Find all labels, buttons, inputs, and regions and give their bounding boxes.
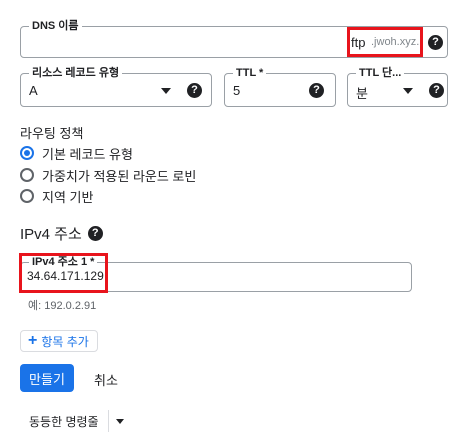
radio-default-record[interactable]: 기본 레코드 유형 [20, 144, 133, 162]
dns-name-highlight [347, 27, 423, 57]
radio-label: 기본 레코드 유형 [42, 146, 133, 162]
ttl-unit-value: 분 [356, 86, 368, 101]
radio-geo-based[interactable]: 지역 기반 [20, 187, 93, 205]
chevron-down-icon [161, 88, 171, 94]
ttl-unit-select[interactable]: TTL 단... 분 ? [347, 66, 448, 107]
equivalent-command-button[interactable]: 동등한 명령줄 [20, 408, 124, 434]
ttl-value[interactable]: 5 [233, 83, 240, 98]
help-icon[interactable]: ? [309, 83, 324, 98]
help-icon[interactable]: ? [428, 35, 443, 50]
ttl-unit-label: TTL 단... [356, 66, 405, 80]
ipv4-hint: 예: 192.0.2.91 [28, 300, 97, 312]
add-item-button[interactable]: + 항목 추가 [20, 330, 98, 352]
help-icon[interactable]: ? [187, 83, 202, 98]
ttl-label: TTL * [233, 66, 267, 80]
create-button-label: 만들기 [29, 371, 65, 387]
cancel-button[interactable]: 취소 [94, 370, 118, 389]
radio-button[interactable] [20, 189, 34, 203]
dns-name-label: DNS 이름 [29, 19, 82, 33]
help-icon[interactable]: ? [87, 226, 103, 241]
routing-policy-label: 라우팅 정책 [20, 126, 84, 141]
plus-icon: + [28, 332, 38, 349]
radio-button[interactable] [20, 168, 34, 182]
record-type-select[interactable]: 리소스 레코드 유형 A ? [20, 66, 212, 107]
add-item-label: 항목 추가 [41, 334, 89, 349]
ttl-field[interactable]: TTL * 5 ? [224, 66, 336, 107]
equivalent-command-label: 동등한 명령줄 [29, 414, 99, 429]
create-button[interactable]: 만들기 [20, 364, 74, 392]
ipv4-highlight [19, 253, 108, 293]
record-type-value: A [29, 83, 38, 98]
radio-label: 가중치가 적용된 라운드 로빈 [42, 168, 197, 184]
chevron-down-icon[interactable] [115, 418, 124, 424]
ipv4-section-title: IPv4 주소 ? [20, 223, 103, 244]
help-icon[interactable]: ? [429, 83, 444, 98]
chevron-down-icon [403, 88, 413, 94]
radio-label: 지역 기반 [42, 189, 94, 205]
radio-button[interactable] [20, 146, 34, 160]
radio-weighted-round-robin[interactable]: 가중치가 적용된 라운드 로빈 [20, 166, 196, 184]
ipv4-title-text: IPv4 주소 [20, 226, 82, 243]
record-type-label: 리소스 레코드 유형 [29, 66, 123, 80]
divider [107, 410, 109, 432]
